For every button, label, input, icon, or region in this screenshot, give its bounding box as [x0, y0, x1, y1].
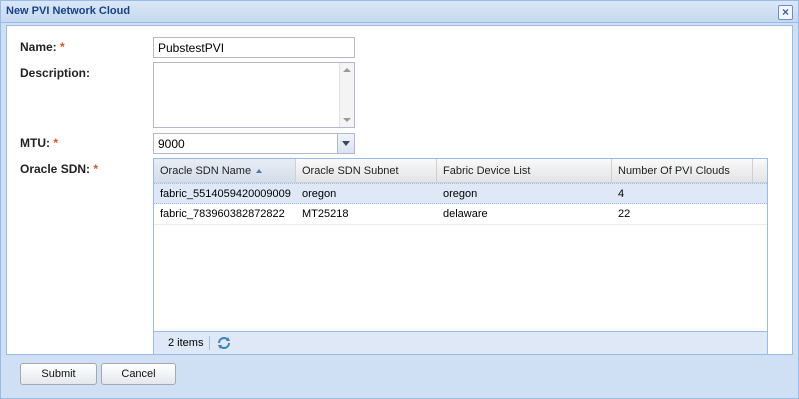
oracle-sdn-label: Oracle SDN: * — [20, 162, 98, 176]
column-header-label: Number Of PVI Clouds — [618, 165, 730, 177]
table-row[interactable]: fabric_783960382872822 MT25218 delaware … — [154, 204, 767, 225]
oracle-sdn-label-text: Oracle SDN: — [20, 162, 91, 176]
name-label-text: Name: — [20, 40, 57, 54]
name-label: Name: * — [20, 40, 65, 54]
mtu-dropdown-trigger[interactable] — [337, 134, 354, 153]
description-label: Description: — [20, 66, 90, 80]
grid-header: Oracle SDN Name Oracle SDN Subnet Fabric… — [154, 159, 767, 183]
required-marker: * — [53, 136, 59, 150]
dialog-body: Name: * Description: MTU: * 9000 — [6, 25, 793, 355]
toolbar-separator — [209, 336, 210, 350]
scroll-down-arrow-icon[interactable] — [343, 118, 351, 122]
required-marker: * — [93, 162, 99, 176]
name-input[interactable] — [153, 37, 355, 58]
cell-sdn-subnet: oregon — [302, 188, 337, 200]
dialog-titlebar[interactable]: New PVI Network Cloud × — [1, 1, 798, 23]
column-header-label: Oracle SDN Subnet — [302, 165, 399, 177]
sort-ascending-icon — [256, 169, 263, 174]
chevron-down-icon — [342, 141, 350, 146]
cancel-button[interactable]: Cancel — [101, 363, 176, 385]
submit-button[interactable]: Submit — [20, 363, 97, 385]
column-header-number-of-pvi-clouds[interactable]: Number Of PVI Clouds — [612, 159, 753, 182]
mtu-label-text: MTU: — [20, 136, 50, 150]
cell-number-of-pvi-clouds: 4 — [618, 188, 625, 200]
oracle-sdn-grid: Oracle SDN Name Oracle SDN Subnet Fabric… — [153, 158, 768, 355]
column-header-sdn-name[interactable]: Oracle SDN Name — [154, 159, 296, 182]
cell-sdn-name: fabric_783960382872822 — [160, 208, 285, 220]
close-icon[interactable]: × — [778, 5, 793, 20]
new-pvi-network-cloud-dialog: New PVI Network Cloud × Name: * Descript… — [0, 0, 799, 399]
mtu-combobox[interactable]: 9000 — [153, 133, 355, 154]
description-textarea[interactable] — [153, 62, 355, 128]
grid-paging-toolbar: 2 items — [154, 331, 767, 354]
dialog-title: New PVI Network Cloud — [6, 5, 131, 17]
table-row[interactable]: fabric_5514059420009009 oregon oregon 4 — [154, 183, 767, 204]
column-header-label: Fabric Device List — [443, 165, 531, 177]
required-marker: * — [60, 40, 65, 54]
description-scrollbar[interactable] — [339, 63, 354, 127]
column-header-sdn-subnet[interactable]: Oracle SDN Subnet — [296, 159, 437, 182]
items-count: 2 items — [168, 337, 204, 349]
description-label-text: Description: — [20, 66, 91, 80]
cell-sdn-name: fabric_5514059420009009 — [160, 188, 291, 200]
scroll-up-arrow-icon[interactable] — [343, 68, 351, 72]
mtu-label: MTU: * — [20, 136, 58, 150]
cell-sdn-subnet: MT25218 — [302, 208, 349, 220]
cell-fabric-device-list: oregon — [443, 188, 478, 200]
column-header-label: Oracle SDN Name — [160, 165, 252, 177]
cell-fabric-device-list: delaware — [443, 208, 488, 220]
cell-number-of-pvi-clouds: 22 — [618, 208, 631, 220]
column-header-fabric-device-list[interactable]: Fabric Device List — [437, 159, 612, 182]
mtu-value: 9000 — [158, 137, 185, 151]
refresh-icon[interactable] — [216, 335, 232, 351]
